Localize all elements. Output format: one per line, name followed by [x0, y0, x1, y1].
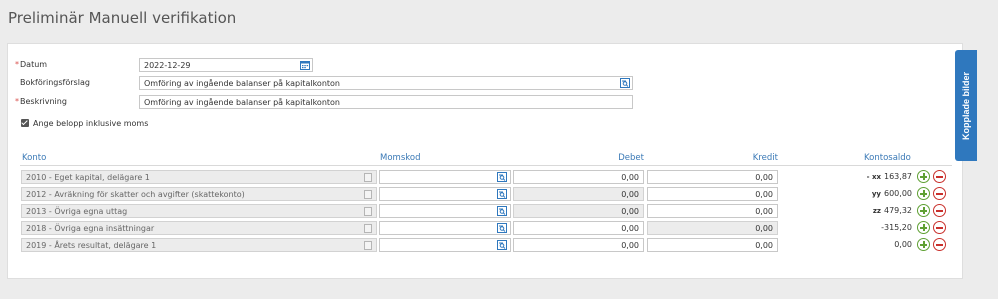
moms-checkbox-row[interactable]: Ange belopp inklusive moms [8, 117, 308, 131]
kontosaldo-value: - xx 163,87 [866, 172, 912, 181]
bokf-label: Bokföringsförslag [20, 78, 90, 87]
bokf-field[interactable]: Omföring av ingående balanser på kapital… [139, 76, 633, 90]
kopplade-bilder-label: Kopplade bilder [961, 71, 971, 140]
search-list-icon[interactable] [497, 223, 507, 233]
kredit-field[interactable]: 0,00 [647, 187, 778, 201]
beskr-field[interactable]: Omföring av ingående balanser på kapital… [139, 95, 633, 109]
table-row: 2019 - Årets resultat, delägare 1 0,00 0… [8, 238, 964, 253]
verification-panel: *Datum 2022-12-29 Bokföringsförslag Omfö… [7, 43, 963, 279]
beskr-label: *Beskrivning [15, 97, 67, 106]
remove-row-icon[interactable] [933, 221, 946, 234]
col-header-kredit[interactable]: Kredit [732, 153, 778, 163]
kredit-field[interactable]: 0,00 [647, 221, 778, 235]
kontosaldo-value: -315,20 [881, 223, 912, 232]
moms-checkbox[interactable] [21, 119, 29, 127]
table-row: 2010 - Eget kapital, delägare 1 0,00 0,0… [8, 170, 964, 185]
debet-field[interactable]: 0,00 [513, 170, 644, 184]
col-header-konto[interactable]: Konto [22, 153, 46, 163]
add-row-icon[interactable] [917, 204, 930, 217]
remove-row-icon[interactable] [933, 187, 946, 200]
header-divider [20, 165, 952, 166]
search-list-icon[interactable] [497, 240, 507, 250]
debet-field[interactable]: 0,00 [513, 238, 644, 252]
search-list-icon[interactable] [620, 78, 630, 88]
search-list-icon[interactable] [497, 206, 507, 216]
datum-label: *Datum [15, 60, 48, 69]
momskod-field[interactable] [379, 221, 511, 235]
datum-field[interactable]: 2022-12-29 [139, 58, 313, 72]
kredit-field[interactable]: 0,00 [647, 204, 778, 218]
momskod-field[interactable] [379, 204, 511, 218]
konto-field[interactable]: 2018 - Övriga egna insättningar [21, 221, 377, 235]
lookup-icon[interactable] [364, 207, 372, 216]
konto-field[interactable]: 2013 - Övriga egna uttag [21, 204, 377, 218]
debet-field[interactable]: 0,00 [513, 187, 644, 201]
datum-value: 2022-12-29 [144, 61, 191, 70]
konto-field[interactable]: 2019 - Årets resultat, delägare 1 [21, 238, 377, 252]
moms-checkbox-label: Ange belopp inklusive moms [33, 119, 149, 128]
search-list-icon[interactable] [497, 172, 507, 182]
kontosaldo-value: 0,00 [894, 240, 912, 249]
col-header-kontosaldo[interactable]: Kontosaldo [864, 153, 911, 163]
add-row-icon[interactable] [917, 187, 930, 200]
col-header-momskod[interactable]: Momskod [380, 153, 420, 163]
debet-field[interactable]: 0,00 [513, 204, 644, 218]
page-title: Preliminär Manuell verifikation [8, 9, 237, 27]
col-header-debet[interactable]: Debet [598, 153, 644, 163]
remove-row-icon[interactable] [933, 204, 946, 217]
lookup-icon[interactable] [364, 241, 372, 250]
beskr-value: Omföring av ingående balanser på kapital… [144, 98, 340, 107]
kredit-field[interactable]: 0,00 [647, 238, 778, 252]
lookup-icon[interactable] [364, 173, 372, 182]
konto-field[interactable]: 2012 - Avräkning för skatter och avgifte… [21, 187, 377, 201]
calendar-icon[interactable] [300, 60, 310, 70]
momskod-field[interactable] [379, 170, 511, 184]
remove-row-icon[interactable] [933, 170, 946, 183]
bokf-value: Omföring av ingående balanser på kapital… [144, 79, 340, 88]
add-row-icon[interactable] [917, 238, 930, 251]
kontosaldo-value: zz 479,32 [872, 206, 912, 215]
lookup-icon[interactable] [364, 224, 372, 233]
table-row: 2012 - Avräkning för skatter och avgifte… [8, 187, 964, 202]
kopplade-bilder-tab[interactable]: Kopplade bilder [955, 50, 977, 161]
table-row: 2018 - Övriga egna insättningar 0,00 0,0… [8, 221, 964, 236]
kontosaldo-value: yy 600,00 [871, 189, 912, 198]
konto-field[interactable]: 2010 - Eget kapital, delägare 1 [21, 170, 377, 184]
table-row: 2013 - Övriga egna uttag 0,00 0,00 zz 479… [8, 204, 964, 219]
lookup-icon[interactable] [364, 190, 372, 199]
remove-row-icon[interactable] [933, 238, 946, 251]
debet-field[interactable]: 0,00 [513, 221, 644, 235]
search-list-icon[interactable] [497, 189, 507, 199]
kredit-field[interactable]: 0,00 [647, 170, 778, 184]
momskod-field[interactable] [379, 187, 511, 201]
add-row-icon[interactable] [917, 221, 930, 234]
momskod-field[interactable] [379, 238, 511, 252]
add-row-icon[interactable] [917, 170, 930, 183]
